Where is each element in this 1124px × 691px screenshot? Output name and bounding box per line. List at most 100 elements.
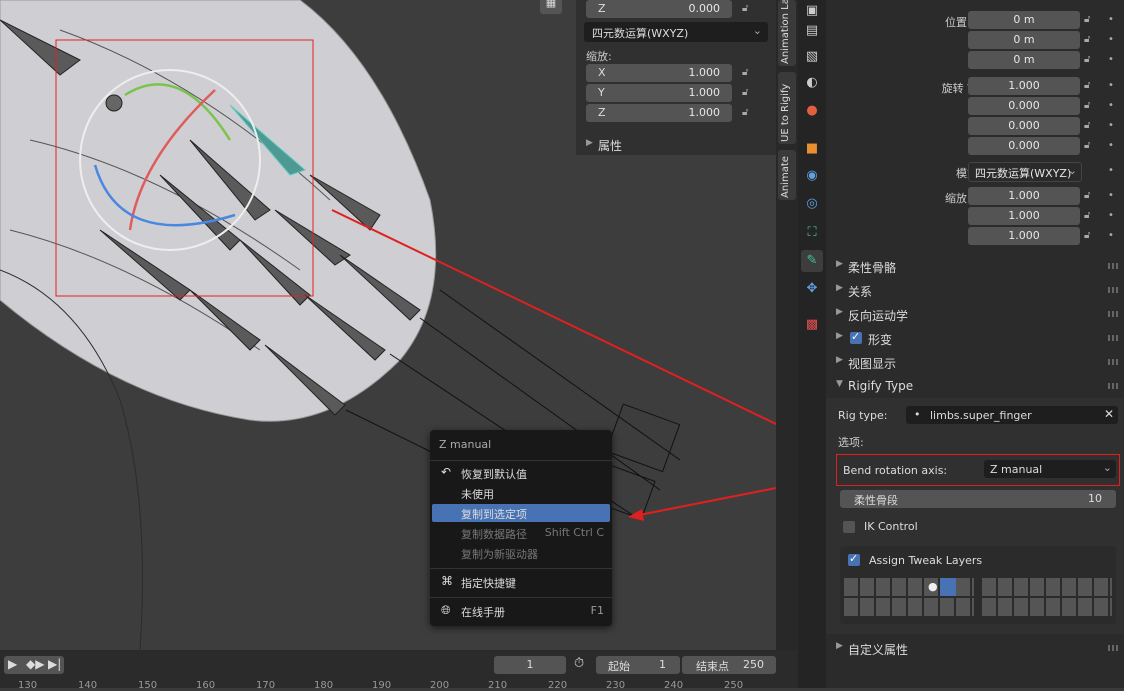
- keyframe-dot-icon[interactable]: •: [1108, 210, 1114, 221]
- lock-icon[interactable]: 🔓︎: [742, 67, 754, 79]
- tweak-layers-box: Assign Tweak Layers ●: [840, 546, 1116, 624]
- keyframe-dot-icon[interactable]: •: [1108, 230, 1114, 241]
- menu-title: Z manual: [439, 438, 492, 451]
- lock-icon[interactable]: 🔓︎: [1084, 190, 1090, 201]
- modifier-icon[interactable]: ◉: [801, 165, 823, 187]
- keyframe-dot-icon[interactable]: •: [1108, 54, 1114, 65]
- bone-icon[interactable]: ✎: [801, 250, 823, 272]
- ik-control-checkbox[interactable]: [843, 521, 855, 533]
- lock-icon[interactable]: 🔓︎: [1084, 230, 1090, 241]
- tab-animation-layers[interactable]: Animation La: [778, 0, 796, 66]
- lock-icon[interactable]: 🔓︎: [742, 87, 754, 99]
- location-x-field[interactable]: 0 m: [968, 11, 1080, 29]
- scale-y-field[interactable]: Y 1.000: [586, 84, 732, 102]
- menu-item-online-manual[interactable]: 🌐︎ 在线手册 F1: [432, 602, 610, 620]
- bend-rotation-axis-select[interactable]: Z manual ⌄: [984, 460, 1116, 478]
- deform-checkbox[interactable]: [850, 330, 862, 344]
- assign-tweak-layers-checkbox[interactable]: [848, 552, 860, 566]
- current-frame-field[interactable]: 1: [494, 656, 566, 674]
- rotation-w-field[interactable]: 1.000: [968, 77, 1080, 95]
- drag-grip-icon[interactable]: [1108, 263, 1118, 269]
- armature-icon[interactable]: ⛶: [801, 222, 823, 244]
- rotation-z-field[interactable]: 0.000: [968, 137, 1080, 155]
- section-viewport-display[interactable]: ▶ 视图显示: [826, 350, 1124, 374]
- drag-grip-icon[interactable]: [1108, 335, 1118, 341]
- keyframe-dot-icon[interactable]: •: [1108, 80, 1114, 91]
- keyframe-dot-icon[interactable]: •: [1108, 140, 1114, 151]
- keyframe-dot-icon[interactable]: •: [1108, 14, 1114, 25]
- lock-icon[interactable]: 🔓︎: [1084, 140, 1090, 151]
- menu-item-copy-to-selected[interactable]: 复制到选定项: [432, 504, 610, 522]
- image-icon[interactable]: ▧: [801, 46, 823, 68]
- menu-item-unused[interactable]: 未使用: [432, 484, 610, 502]
- layer-grid-left[interactable]: ●: [844, 578, 974, 616]
- tab-animate[interactable]: Animate: [778, 150, 796, 200]
- lock-icon[interactable]: 🔓︎: [742, 3, 754, 15]
- drag-grip-icon[interactable]: [1108, 311, 1118, 317]
- keyframe-dot-icon[interactable]: •: [1108, 34, 1114, 45]
- keyframe-dot-icon[interactable]: •: [1108, 120, 1114, 131]
- end-frame-field[interactable]: 结束点 250: [682, 656, 776, 674]
- start-frame-field[interactable]: 起始 1: [596, 656, 680, 674]
- lock-icon[interactable]: 🔓︎: [1084, 80, 1090, 91]
- lock-icon[interactable]: 🔓︎: [1084, 34, 1090, 45]
- scale-x-field[interactable]: X 1.000: [586, 64, 732, 82]
- scale-x-field[interactable]: 1.000: [968, 187, 1080, 205]
- rotation-mode-select[interactable]: 四元数运算(WXYZ) ⌄: [584, 22, 768, 42]
- drag-grip-icon[interactable]: [1108, 287, 1118, 293]
- lock-icon[interactable]: 🔓︎: [742, 107, 754, 119]
- rotation-y-field[interactable]: 0.000: [968, 117, 1080, 135]
- menu-item-assign-shortcut[interactable]: ⌘ 指定快捷键: [432, 573, 610, 591]
- drag-grip-icon[interactable]: [1108, 383, 1118, 389]
- keyframe-dot-icon[interactable]: •: [1108, 190, 1114, 201]
- location-z-field[interactable]: 0 m: [968, 51, 1080, 69]
- keyframe-dot-icon[interactable]: •: [1108, 100, 1114, 111]
- section-rigify-type[interactable]: ▼ Rigify Type: [826, 374, 1124, 398]
- menu-item-reset-default[interactable]: ↶ 恢复到默认值: [432, 464, 610, 482]
- section-custom-properties[interactable]: ▶ 自定义属性: [826, 636, 1124, 660]
- keyframe-dot-icon[interactable]: •: [1108, 165, 1114, 176]
- layer-grid-right[interactable]: [982, 578, 1112, 616]
- lock-icon[interactable]: 🔓︎: [1084, 120, 1090, 131]
- lock-icon[interactable]: 🔓︎: [1084, 14, 1090, 25]
- section-deform[interactable]: ▶ 形变: [826, 326, 1124, 350]
- print-icon[interactable]: ▤: [801, 20, 823, 42]
- menu-item-copy-as-driver[interactable]: 复制为新驱动器: [432, 544, 610, 562]
- scale-z-field[interactable]: Z 1.000: [586, 104, 732, 122]
- stopwatch-icon[interactable]: ⏱: [574, 656, 584, 671]
- bone-constraint-icon[interactable]: ✥: [801, 278, 823, 300]
- layer-dot-icon: ●: [928, 580, 938, 593]
- play-icon[interactable]: ▶: [8, 657, 17, 671]
- lock-icon[interactable]: 🔓︎: [1084, 210, 1090, 221]
- rotation-mode-select[interactable]: 四元数运算(WXYZ) ⌄: [968, 162, 1082, 182]
- scale-y-field[interactable]: 1.000: [968, 207, 1080, 225]
- lock-icon[interactable]: 🔓︎: [1084, 54, 1090, 65]
- scale-z-field[interactable]: 1.000: [968, 227, 1080, 245]
- close-icon[interactable]: ✕: [1104, 407, 1114, 421]
- jump-end-icon[interactable]: ▶|: [48, 657, 61, 671]
- object-icon[interactable]: ■: [801, 138, 823, 160]
- rotation-z-field[interactable]: Z 0.000: [586, 0, 732, 18]
- chevron-right-icon: ▶: [836, 641, 843, 651]
- drag-grip-icon[interactable]: [1108, 645, 1118, 651]
- section-bendy-bones[interactable]: ▶ 柔性骨骼: [826, 254, 1124, 278]
- rotation-x-field[interactable]: 0.000: [968, 97, 1080, 115]
- texture-icon[interactable]: ▩: [801, 314, 823, 336]
- world-icon[interactable]: ●: [801, 100, 823, 122]
- lock-icon[interactable]: 🔓︎: [1084, 100, 1090, 111]
- layer-active[interactable]: [940, 578, 956, 596]
- location-y-field[interactable]: 0 m: [968, 31, 1080, 49]
- scene-icon[interactable]: ◐: [801, 72, 823, 94]
- tab-ue-to-rigify[interactable]: UE to Rigify: [778, 72, 796, 144]
- grid-view-icon[interactable]: ▦: [540, 0, 562, 14]
- keyframe-jump-icon[interactable]: ◆▶: [26, 657, 44, 671]
- bbone-segments-field[interactable]: 柔性骨段 10: [840, 490, 1116, 508]
- drag-grip-icon[interactable]: [1108, 359, 1118, 365]
- physics-icon[interactable]: ◎: [801, 193, 823, 215]
- rig-type-field[interactable]: • limbs.super_finger ✕: [906, 406, 1118, 424]
- section-relations[interactable]: ▶ 关系: [826, 278, 1124, 302]
- attributes-section[interactable]: ▶ 属性: [576, 132, 776, 156]
- section-inverse-kinematics[interactable]: ▶ 反向运动学: [826, 302, 1124, 326]
- output-icon[interactable]: ▣: [801, 0, 823, 22]
- menu-item-copy-data-path[interactable]: 复制数据路径 Shift Ctrl C: [432, 524, 610, 542]
